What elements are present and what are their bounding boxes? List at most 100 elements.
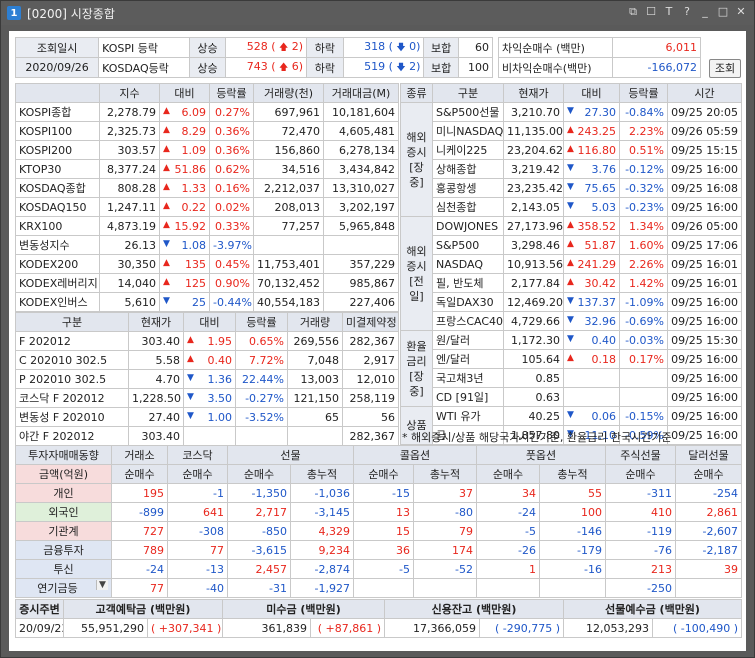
flow-value: 2,861 [675,502,742,522]
table-row[interactable]: KOSPI100 2,325.73 ▲ 8.29 0.36% 72,470 4,605,48… [15,121,399,141]
table-row[interactable]: 투신 -24 -13 2,457 -2,874 -5 -52 1 -16 213 39 [15,559,742,579]
index-change: ▲ 1.33 [159,178,210,198]
futures-rate: 7.72% [235,350,288,370]
table-row[interactable]: 상해종합 3,219.42 ▼ 3.76 -0.12% 09/25 16:00 [401,159,742,179]
up-triangle-icon: ▲ [567,143,574,154]
flow-value [539,578,606,598]
table-row[interactable]: 해외 증시 [장중] S&P500선물 3,210.70 ▼ 27.30 -0.84% 09/2… [400,102,742,217]
chevron-down-icon[interactable]: ▼ [96,580,108,590]
down-triangle-icon: ▼ [567,409,574,420]
flow-group-header: 주식선물 [605,445,676,465]
table-row[interactable]: 연기금등 ▼ 77 -40 -31 -1,927 -250 [15,578,742,598]
table-row[interactable]: KOSPI종합 2,278.79 ▲ 6.09 0.27% 697,961 10,181,6… [15,102,399,122]
global-time: 09/25 15:15 [667,140,742,160]
settings-icon[interactable]: ☐ [644,5,658,19]
table-row[interactable]: NASDAQ 10,913.56 ▲ 241.29 2.26% 09/25 16:01 [401,254,742,274]
flow-value: 79 [413,521,477,541]
table-row[interactable]: C 202010 302.5 5.58 ▲ 0.40 7.72% 7,048 2,917 [15,350,399,370]
table-row[interactable]: 니케이225 23,204.62 ▲ 116.80 0.51% 09/25 15:15 [401,140,742,160]
table-row[interactable]: 필, 반도체 2,177.84 ▲ 30.42 1.42% 09/25 16:01 [401,273,742,293]
table-row[interactable]: 환율 금리 [장중] 원/달러 1,172.30 ▼ 0.40 -0.03% 09/25 15:… [400,330,742,407]
index-rate: 0.90% [209,273,254,293]
index-name: KODEX인버스 [15,292,100,312]
maximize-icon[interactable]: □ [716,5,730,19]
table-row[interactable]: 미니NASDAQ 11,135.00 ▲ 243.25 2.23% 09/26 05:59 [401,121,742,141]
flow-value: -5 [353,559,414,579]
flow-value: 37 [413,483,477,503]
down-triangle-icon: ▼ [187,410,194,421]
table-row[interactable]: S&P500 3,298.46 ▲ 51.87 1.60% 09/25 17:06 [401,235,742,255]
table-row[interactable]: 기관계 727 -308 -850 4,329 15 79 -5 -146 -119 -2,607 [15,521,742,541]
up-triangle-icon: ▲ [567,219,574,230]
table-row[interactable]: KODEX200 30,350 ▲ 135 0.45% 11,753,401 357,229 [15,254,399,274]
search-button[interactable]: 조회 [709,59,741,78]
title-bar[interactable]: 1 [0200] 시장종합 ⧉ ☐ T ? _ □ ✕ [1,1,754,25]
deposit-col-header: 선물예수금 (백만원) [563,599,743,619]
index-volume: 40,554,183 [253,292,324,312]
global-rate: -0.69% [619,311,668,331]
index-volume: 72,470 [253,121,324,141]
flow-group-header: 선물 [227,445,354,465]
table-row[interactable]: 야간 F 202012 303.40 282,367 [15,426,399,446]
deposit-col-header: 고객예탁금 (백만원) [63,599,223,619]
global-change: ▲ 358.52 [563,216,620,236]
flow-value: 55 [539,483,606,503]
index-volume: 2,212,037 [253,178,324,198]
flow-value: -1,927 [290,578,354,598]
table-row[interactable]: 상품 WTI 유가 40.25 ▼ 0.06 -0.15% 09/25 16:00 [400,406,742,445]
restore-icon[interactable]: ⧉ [626,5,640,19]
table-row[interactable]: CD [91일] 0.63 09/25 16:00 [401,387,742,407]
futures-volume: 7,048 [287,350,343,370]
table-row[interactable]: F 202012 303.40 ▲ 1.95 0.65% 269,556 282,367 [15,331,399,351]
down-count: 519 ( 🡇 2) [342,57,425,78]
help-icon[interactable]: ? [680,5,694,19]
up-triangle-icon: ▲ [163,219,170,230]
table-row[interactable]: 엔/달러 105.64 ▲ 0.18 0.17% 09/25 16:00 [401,349,742,369]
table-row[interactable]: P 202010 302.5 4.70 ▼ 1.36 22.44% 13,003 12,01… [15,369,399,389]
table-row[interactable]: 국고채3년 0.85 09/25 16:00 [401,368,742,388]
table-row[interactable]: 홍콩항셍 23,235.42 ▼ 75.65 -0.32% 09/25 16:08 [401,178,742,198]
investor-name: 외국인 [15,502,112,522]
global-rate: 1.34% [619,216,668,236]
down-triangle-icon: ▼ [567,295,574,306]
query-date[interactable]: 2020/09/26 [14,57,100,78]
global-price: 27,173.96 [503,216,564,236]
index-value: 2,325.73 [99,121,160,141]
table-row[interactable]: KOSPI200 303.57 ▲ 1.09 0.36% 156,860 6,278,134 [15,140,399,160]
table-row[interactable]: KOSDAQ150 1,247.11 ▲ 0.22 0.02% 208,013 3,202,… [15,197,399,217]
index-amount: 5,965,848 [323,216,399,236]
font-icon[interactable]: T [662,5,676,19]
global-time: 09/25 16:08 [667,178,742,198]
table-row[interactable]: KODEX인버스 5,610 ▼ 25 -0.44% 40,554,183 227,406 [15,292,399,312]
table-row[interactable]: 외국인 -899 641 2,717 -3,145 13 -80 -24 100 410 2,861 [15,502,742,522]
index-volume: 34,516 [253,159,324,179]
table-row[interactable]: 개인 195 -1 -1,350 -1,036 -15 37 34 55 -311 -254 [15,483,742,503]
table-row[interactable]: 금융투자 789 77 -3,615 9,234 36 174 -26 -179 -76 -2,18… [15,540,742,560]
close-icon[interactable]: ✕ [734,5,748,19]
table-row[interactable]: 독일DAX30 12,469.20 ▼ 137.37 -1.09% 09/25 16:00 [401,292,742,312]
table-row[interactable]: 심천종합 2,143.05 ▼ 5.03 -0.23% 09/25 16:00 [401,197,742,217]
flow-value: -40 [167,578,228,598]
table-row[interactable]: KOSDAQ종합 808.28 ▲ 1.33 0.16% 2,212,037 13,310,… [15,178,399,198]
down-triangle-icon: ▼ [567,200,574,211]
table-row[interactable]: 프랑스CAC40 4,729.66 ▼ 32.96 -0.69% 09/25 16:00 [401,311,742,331]
flow-value: 34 [476,483,540,503]
flow-value: -2,607 [675,521,742,541]
index-amount: 985,867 [323,273,399,293]
table-row[interactable]: 변동성 F 202010 27.40 ▼ 1.00 -3.52% 65 56 [15,407,399,427]
breadth-market: KOSDAQ등락 [98,57,190,78]
table-row[interactable]: KODEX레버리지 14,040 ▲ 125 0.90% 70,132,452 985,86… [15,273,399,293]
global-time: 09/25 16:00 [667,387,742,407]
global-change [563,387,620,407]
flow-value: 77 [111,578,168,598]
table-row[interactable]: 변동성지수 26.13 ▼ 1.08 -3.97% [15,235,399,255]
table-row[interactable]: KTOP30 8,377.24 ▲ 51.86 0.62% 34,516 3,434,842 [15,159,399,179]
minimize-icon[interactable]: _ [698,5,712,19]
flow-value [413,578,477,598]
table-row[interactable]: KRX100 4,873.19 ▲ 15.92 0.33% 77,257 5,965,848 [15,216,399,236]
table-row[interactable]: 해외 증시 [전일] DOWJONES 27,173.96 ▲ 358.52 1.34% 09/… [400,216,742,331]
table-row[interactable]: 코스닥 F 202012 1,228.50 ▼ 3.50 -0.27% 121,150 25… [15,388,399,408]
flow-value: 9,234 [290,540,354,560]
index-change: ▼ 25 [159,292,210,312]
global-change: ▼ 27.30 [563,102,620,122]
